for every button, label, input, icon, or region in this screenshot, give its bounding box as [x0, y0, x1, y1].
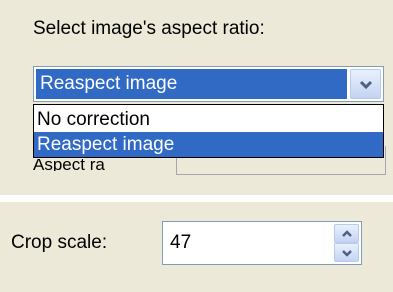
arrow-down-icon [342, 250, 352, 257]
crop-scale-input[interactable] [166, 225, 330, 261]
dropdown-button[interactable] [350, 69, 381, 99]
chevron-down-icon [359, 80, 373, 90]
option-reaspect-image[interactable]: Reaspect image [34, 132, 383, 157]
aspect-ratio-dropdown-list: No correction Reaspect image [33, 104, 384, 158]
option-no-correction[interactable]: No correction [34, 107, 383, 132]
aspect-ratio-heading: Select image's aspect ratio: [33, 18, 265, 39]
aspect-ratio-label: Aspect ra [33, 159, 105, 171]
spin-down-button[interactable] [334, 243, 359, 262]
arrow-up-icon [342, 230, 352, 237]
aspect-ratio-select[interactable]: Reaspect image [33, 66, 384, 102]
aspect-ratio-selected-value: Reaspect image [36, 69, 347, 99]
crop-scale-spinner [162, 221, 362, 265]
spin-up-button[interactable] [334, 224, 359, 243]
crop-scale-label: Crop scale: [11, 232, 108, 253]
